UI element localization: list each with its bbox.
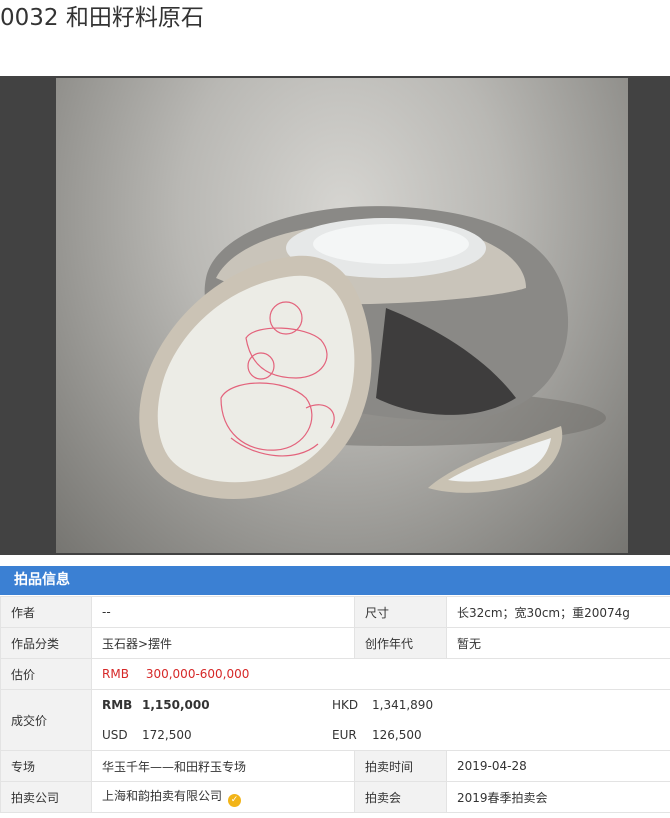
- size-label: 尺寸: [354, 596, 447, 628]
- company-value[interactable]: 上海和韵拍卖有限公司: [102, 789, 222, 803]
- size-value: 长32cm；宽30cm；重20074g: [446, 596, 670, 628]
- page-title: 0032 和田籽料原石: [0, 5, 204, 31]
- author-value: --: [91, 596, 355, 628]
- deal-rmb-currency: RMB: [102, 698, 133, 712]
- estimate-value: 300,000-600,000: [145, 667, 250, 681]
- table-row: 估价 RMB 300,000-600,000: [0, 658, 670, 690]
- auction-date-label: 拍卖时间: [354, 750, 447, 782]
- deal-hkd-currency: HKD: [332, 698, 359, 712]
- table-row: 拍卖公司 上海和韵拍卖有限公司 ✓ 拍卖会 2019春季拍卖会: [0, 781, 670, 813]
- auction-value[interactable]: 2019春季拍卖会: [446, 781, 670, 813]
- deal-usd-value: 172,500: [142, 728, 192, 742]
- auction-date-value: 2019-04-28: [446, 750, 670, 782]
- auction-label: 拍卖会: [354, 781, 447, 813]
- deal-usd-currency: USD: [102, 728, 128, 742]
- jade-stone-image: [56, 78, 628, 553]
- company-label: 拍卖公司: [0, 781, 92, 813]
- session-value[interactable]: 华玉千年——和田籽玉专场: [91, 750, 355, 782]
- lot-info-table: 作者 -- 尺寸 长32cm；宽30cm；重20074g 作品分类 玉石器>摆件…: [0, 596, 670, 813]
- table-row: 专场 华玉千年——和田籽玉专场 拍卖时间 2019-04-28: [0, 750, 670, 782]
- table-row: 作者 -- 尺寸 长32cm；宽30cm；重20074g: [0, 596, 670, 628]
- deal-hkd-value: 1,341,890: [372, 698, 434, 712]
- verified-badge-icon: ✓: [228, 794, 242, 807]
- deal-eur-value: 126,500: [372, 728, 422, 742]
- session-label: 专场: [0, 750, 92, 782]
- deal-price-cell: RMB 1,150,000 HKD 1,341,890 USD 172,500 EUR…: [91, 689, 670, 751]
- author-label: 作者: [0, 596, 92, 628]
- deal-price-label: 成交价: [0, 689, 92, 751]
- category-value[interactable]: 玉石器>摆件: [91, 627, 355, 659]
- table-row: 作品分类 玉石器>摆件 创作年代 暂无: [0, 627, 670, 659]
- company-cell: 上海和韵拍卖有限公司 ✓: [91, 781, 355, 813]
- estimate-cell: RMB 300,000-600,000: [91, 658, 670, 690]
- year-value: 暂无: [446, 627, 670, 659]
- deal-eur-currency: EUR: [332, 728, 357, 742]
- year-label: 创作年代: [354, 627, 447, 659]
- section-header-lot-info: 拍品信息: [0, 566, 670, 595]
- estimate-currency: RMB: [102, 667, 129, 681]
- table-row: 成交价 RMB 1,150,000 HKD 1,341,890 USD 172,500…: [0, 689, 670, 751]
- deal-rmb-value: 1,150,000: [142, 698, 210, 712]
- estimate-label: 估价: [0, 658, 92, 690]
- lot-photo[interactable]: [0, 76, 670, 555]
- category-label: 作品分类: [0, 627, 92, 659]
